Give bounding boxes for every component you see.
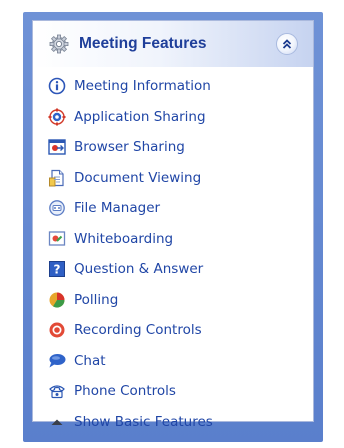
task-pane-frame: Meeting Features Meeting Information App… <box>23 12 323 442</box>
feature-label: Application Sharing <box>74 108 206 125</box>
show-basic-features-link[interactable]: Show Basic Features <box>33 407 313 438</box>
document-icon <box>47 168 67 188</box>
double-chevron-up-icon <box>282 39 292 49</box>
info-icon <box>47 76 67 96</box>
feature-label: Question & Answer <box>74 261 204 278</box>
app-sharing-icon <box>47 107 67 127</box>
feature-whiteboarding[interactable]: Whiteboarding <box>33 224 313 255</box>
panel-title: Meeting Features <box>79 35 207 52</box>
feature-label: Phone Controls <box>74 383 176 400</box>
whiteboard-icon <box>47 229 67 249</box>
feature-document-viewing[interactable]: Document Viewing <box>33 163 313 194</box>
feature-chat[interactable]: Chat <box>33 346 313 377</box>
feature-label: File Manager <box>74 200 161 217</box>
feature-polling[interactable]: Polling <box>33 285 313 316</box>
meeting-features-panel: Meeting Features Meeting Information App… <box>32 20 314 430</box>
feature-browser-sharing[interactable]: Browser Sharing <box>33 132 313 163</box>
svg-text:?: ? <box>54 263 61 277</box>
feature-label: Show Basic Features <box>74 413 213 430</box>
panel-header[interactable]: Meeting Features <box>33 21 313 67</box>
file-manager-icon <box>47 198 67 218</box>
feature-question-answer[interactable]: ? Question & Answer <box>33 254 313 285</box>
feature-label: Document Viewing <box>74 169 202 186</box>
feature-label: Browser Sharing <box>74 139 185 156</box>
record-icon <box>47 320 67 340</box>
gear-icon <box>49 34 69 54</box>
feature-application-sharing[interactable]: Application Sharing <box>33 102 313 133</box>
browser-sharing-icon <box>47 137 67 157</box>
collapse-button[interactable] <box>276 33 298 55</box>
feature-file-manager[interactable]: File Manager <box>33 193 313 224</box>
question-icon: ? <box>47 259 67 279</box>
feature-label: Meeting Information <box>74 78 211 95</box>
chat-bubble-icon <box>47 351 67 371</box>
feature-list: Meeting Information Application Sharing <box>33 67 313 437</box>
feature-label: Recording Controls <box>74 322 202 339</box>
feature-phone-controls[interactable]: Phone Controls <box>33 376 313 407</box>
feature-label: Chat <box>74 352 106 369</box>
feature-recording-controls[interactable]: Recording Controls <box>33 315 313 346</box>
phone-icon <box>47 381 67 401</box>
feature-meeting-information[interactable]: Meeting Information <box>33 71 313 102</box>
feature-label: Whiteboarding <box>74 230 174 247</box>
triangle-up-icon <box>47 412 67 432</box>
pie-chart-icon <box>47 290 67 310</box>
feature-label: Polling <box>74 291 119 308</box>
